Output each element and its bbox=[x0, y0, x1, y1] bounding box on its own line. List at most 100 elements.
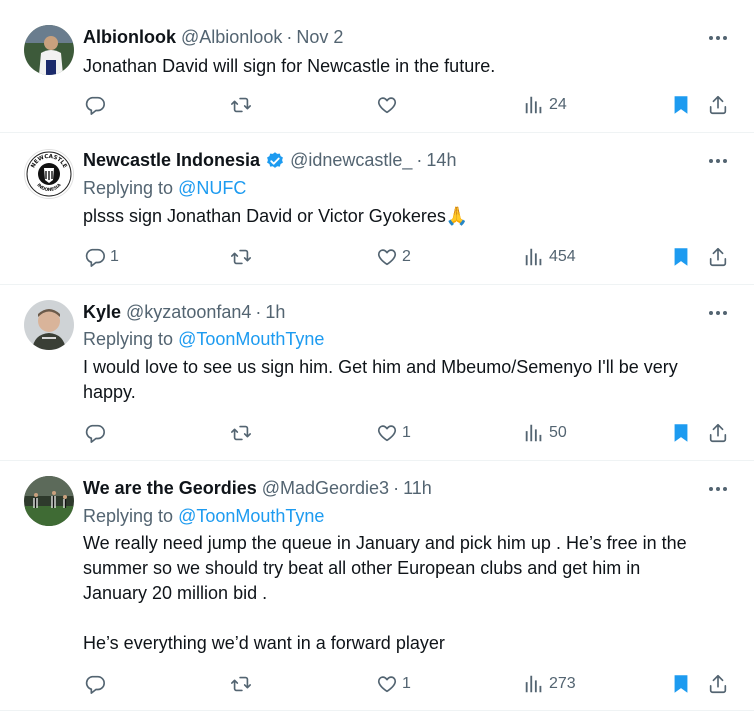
tweet[interactable]: We are the Geordies @MadGeordie3 · 11h R… bbox=[0, 461, 754, 716]
user-handle[interactable]: @Albionlook bbox=[181, 27, 282, 48]
like-icon bbox=[377, 676, 397, 693]
like-button[interactable] bbox=[376, 92, 398, 118]
repost-button[interactable] bbox=[230, 671, 252, 697]
reply-button[interactable] bbox=[84, 420, 106, 446]
views-icon bbox=[525, 675, 542, 693]
tweet-text-line: summer so we should try beat all other E… bbox=[83, 558, 641, 578]
replying-to: Replying to @ToonMouthTyne bbox=[83, 329, 324, 350]
tweet-text: We really need jump the queue in January… bbox=[83, 531, 733, 656]
bookmark-button[interactable] bbox=[670, 244, 692, 270]
views-icon bbox=[525, 96, 542, 114]
replying-to-mention[interactable]: @NUFC bbox=[178, 178, 246, 198]
replying-to: Replying to @NUFC bbox=[83, 178, 246, 199]
tweet[interactable]: NEWCASTLE INDONESIA Newcastle Indonesia … bbox=[0, 133, 754, 284]
tweet-text-line: happy. bbox=[83, 382, 136, 402]
verified-icon bbox=[267, 151, 283, 168]
more-icon[interactable] bbox=[706, 477, 730, 501]
share-button[interactable] bbox=[707, 671, 729, 697]
like-icon bbox=[377, 249, 397, 266]
timestamp[interactable]: 14h bbox=[426, 150, 456, 171]
separator: · bbox=[286, 27, 293, 47]
timestamp[interactable]: 1h bbox=[265, 302, 285, 323]
like-button[interactable]: 2 bbox=[376, 244, 411, 270]
action-bar: 24 bbox=[0, 92, 754, 118]
like-count: 2 bbox=[402, 248, 411, 265]
avatar[interactable]: NEWCASTLE INDONESIA bbox=[24, 149, 74, 199]
like-button[interactable]: 1 bbox=[376, 671, 411, 697]
like-icon bbox=[377, 97, 397, 114]
divider bbox=[0, 710, 754, 711]
more-icon[interactable] bbox=[706, 149, 730, 173]
like-count: 1 bbox=[402, 424, 411, 441]
reply-icon bbox=[85, 96, 105, 115]
more-icon[interactable] bbox=[706, 26, 730, 50]
tweet-text: plsss sign Jonathan David or Victor Gyok… bbox=[83, 204, 733, 229]
tweet-header: Kyle @kyzatoonfan4 · 1h bbox=[83, 302, 285, 323]
bookmark-icon bbox=[674, 248, 688, 266]
timestamp[interactable]: Nov 2 bbox=[296, 27, 343, 48]
views-button[interactable]: 24 bbox=[523, 92, 567, 118]
bookmark-button[interactable] bbox=[670, 420, 692, 446]
action-bar: 1 273 bbox=[0, 671, 754, 697]
user-handle[interactable]: @MadGeordie3 bbox=[262, 478, 389, 499]
views-count: 24 bbox=[549, 96, 567, 113]
reply-button[interactable] bbox=[84, 92, 106, 118]
repost-button[interactable] bbox=[230, 420, 252, 446]
user-handle[interactable]: @kyzatoonfan4 bbox=[126, 302, 251, 323]
share-icon bbox=[709, 247, 727, 267]
display-name[interactable]: We are the Geordies bbox=[83, 478, 257, 499]
like-button[interactable]: 1 bbox=[376, 420, 411, 446]
views-button[interactable]: 50 bbox=[523, 420, 567, 446]
tweet-text-line: We really need jump the queue in January… bbox=[83, 533, 687, 553]
display-name[interactable]: Newcastle Indonesia bbox=[83, 150, 260, 171]
avatar[interactable] bbox=[24, 300, 74, 350]
replying-to: Replying to @ToonMouthTyne bbox=[83, 506, 324, 527]
share-icon bbox=[709, 674, 727, 694]
replying-to-label: Replying to bbox=[83, 329, 174, 349]
share-icon bbox=[709, 95, 727, 115]
avatar[interactable] bbox=[24, 25, 74, 75]
repost-icon bbox=[231, 249, 251, 265]
replying-to-label: Replying to bbox=[83, 506, 174, 526]
tweet-header: We are the Geordies @MadGeordie3 · 11h bbox=[83, 478, 432, 499]
reply-icon bbox=[85, 675, 105, 694]
repost-icon bbox=[231, 425, 251, 441]
tweet-header: Newcastle Indonesia @idnewcastle_ · 14h bbox=[83, 150, 456, 171]
share-button[interactable] bbox=[707, 244, 729, 270]
views-count: 454 bbox=[549, 248, 576, 265]
tweet[interactable]: Albionlook @Albionlook · Nov 2 Jonathan … bbox=[0, 0, 754, 132]
bookmark-icon bbox=[674, 424, 688, 442]
repost-icon bbox=[231, 97, 251, 113]
reply-button[interactable] bbox=[84, 671, 106, 697]
display-name[interactable]: Albionlook bbox=[83, 27, 176, 48]
timestamp[interactable]: 11h bbox=[403, 478, 432, 499]
display-name[interactable]: Kyle bbox=[83, 302, 121, 323]
views-button[interactable]: 273 bbox=[523, 671, 576, 697]
tweet-text-line: I would love to see us sign him. Get him… bbox=[83, 357, 678, 377]
bookmark-button[interactable] bbox=[670, 671, 692, 697]
tweet[interactable]: Kyle @kyzatoonfan4 · 1h Replying to @Too… bbox=[0, 285, 754, 460]
replying-to-mention[interactable]: @ToonMouthTyne bbox=[178, 506, 324, 526]
action-bar: 1 50 bbox=[0, 420, 754, 446]
bookmark-icon bbox=[674, 96, 688, 114]
repost-button[interactable] bbox=[230, 92, 252, 118]
avatar[interactable] bbox=[24, 476, 74, 526]
views-button[interactable]: 454 bbox=[523, 244, 576, 270]
more-icon[interactable] bbox=[706, 301, 730, 325]
share-button[interactable] bbox=[707, 92, 729, 118]
like-count: 1 bbox=[402, 675, 411, 692]
separator: · bbox=[416, 150, 423, 170]
views-count: 50 bbox=[549, 424, 567, 441]
tweet-text-line: plsss sign Jonathan David or Victor Gyok… bbox=[83, 206, 469, 226]
user-handle[interactable]: @idnewcastle_ bbox=[290, 150, 412, 171]
repost-button[interactable] bbox=[230, 244, 252, 270]
bookmark-icon bbox=[674, 675, 688, 693]
replying-to-mention[interactable]: @ToonMouthTyne bbox=[178, 329, 324, 349]
reply-icon bbox=[85, 424, 105, 443]
share-button[interactable] bbox=[707, 420, 729, 446]
repost-icon bbox=[231, 676, 251, 692]
reply-count: 1 bbox=[110, 248, 119, 265]
tweet-text: I would love to see us sign him. Get him… bbox=[83, 355, 733, 405]
bookmark-button[interactable] bbox=[670, 92, 692, 118]
reply-button[interactable]: 1 bbox=[84, 244, 119, 270]
